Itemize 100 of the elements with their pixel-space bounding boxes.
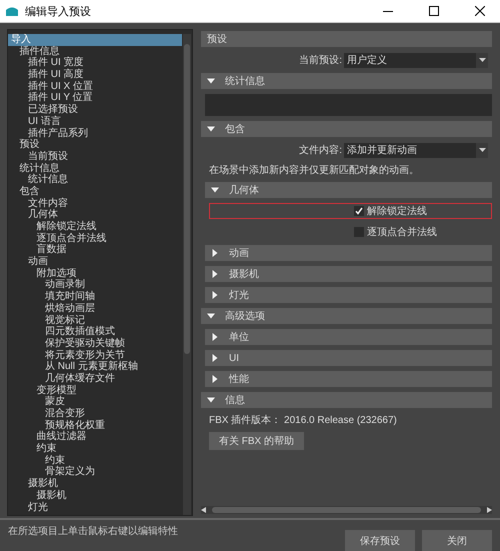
section-header[interactable]: 性能: [205, 371, 492, 387]
section-header[interactable]: 摄影机: [205, 266, 492, 282]
tree-item[interactable]: 蒙皮: [8, 396, 182, 408]
tree-item[interactable]: 摄影机: [8, 490, 182, 502]
tree-item[interactable]: 包含: [8, 186, 182, 198]
expanded-triangle-icon[interactable]: [211, 186, 219, 194]
app-icon: [5, 5, 19, 17]
expanded-triangle-icon[interactable]: [207, 77, 215, 85]
section-title: 性能: [229, 372, 249, 386]
section-header[interactable]: 灯光: [205, 287, 492, 303]
tree-item[interactable]: 从 Null 元素更新枢轴: [8, 361, 182, 373]
dropdown-label: 文件内容:: [299, 144, 342, 157]
tree-item[interactable]: UI 语言: [8, 116, 182, 128]
section-title: 几何体: [229, 184, 259, 197]
section-header[interactable]: 动画: [205, 245, 492, 261]
section-title: 摄影机: [229, 268, 259, 281]
expanded-triangle-icon[interactable]: [207, 312, 215, 320]
tree-item[interactable]: 几何体: [8, 209, 182, 221]
maximize-icon: [429, 6, 439, 16]
checkmark-icon: [355, 207, 363, 215]
collapsed-triangle-icon[interactable]: [211, 333, 219, 341]
section-header[interactable]: 统计信息: [201, 73, 492, 89]
horizontal-scrollbar[interactable]: [201, 506, 492, 514]
expanded-triangle-icon[interactable]: [207, 396, 215, 404]
tree-item[interactable]: 将元素变形为关节: [8, 350, 182, 362]
checkbox[interactable]: [354, 227, 364, 237]
dialog-button[interactable]: 保存预设: [345, 530, 415, 551]
checkbox-label: 解除锁定法线: [367, 204, 427, 218]
section-header: 预设: [201, 31, 492, 47]
dropdown-arrow-icon: [478, 58, 486, 62]
tree-item[interactable]: 文件内容: [8, 198, 182, 210]
tree-item[interactable]: 变形模型: [8, 384, 182, 396]
section-header[interactable]: UI: [205, 350, 492, 366]
collapsed-triangle-icon[interactable]: [211, 249, 219, 257]
tree-item[interactable]: 视觉标记: [8, 314, 182, 326]
tree-item[interactable]: 插件 UI 高度: [8, 69, 182, 81]
collapsed-triangle-icon[interactable]: [211, 270, 219, 278]
section-header[interactable]: 几何体: [205, 182, 492, 198]
checkbox[interactable]: [354, 206, 364, 216]
dropdown-arrow-icon: [478, 148, 486, 152]
section-header[interactable]: 信息: [201, 392, 492, 408]
vertical-scrollbar[interactable]: [183, 34, 191, 515]
section-header[interactable]: 单位: [205, 329, 492, 345]
dropdown-label: 当前预设:: [299, 54, 342, 67]
tree-item[interactable]: 动画: [8, 256, 182, 268]
collapsed-triangle-icon[interactable]: [211, 354, 219, 362]
tree-item[interactable]: 约束: [8, 443, 182, 455]
tree-item[interactable]: 盲数据: [8, 244, 182, 256]
scroll-right-icon[interactable]: [487, 507, 492, 513]
tree-item[interactable]: 解除锁定法线: [8, 221, 182, 233]
tree-item[interactable]: 保护受驱动关键帧: [8, 338, 182, 350]
tree-item[interactable]: 预设: [8, 139, 182, 151]
section-title: UI: [229, 352, 239, 364]
tree-item[interactable]: 统计信息: [8, 162, 182, 174]
tree-item[interactable]: 插件 UI 宽度: [8, 57, 182, 70]
tree-item[interactable]: 附加选项: [8, 268, 182, 280]
tree-item[interactable]: 摄影机: [8, 478, 182, 490]
collapsed-triangle-icon[interactable]: [211, 375, 219, 383]
help-button[interactable]: 有关 FBX 的帮助: [209, 432, 304, 450]
section-title: 统计信息: [225, 74, 265, 88]
dropdown[interactable]: 用户定义: [344, 52, 488, 68]
tree-item[interactable]: 填充时间轴: [8, 291, 182, 303]
tree-item[interactable]: 几何体缓存文件: [8, 372, 182, 385]
tree-item[interactable]: 导入: [8, 34, 182, 46]
tree-item[interactable]: 已选择预设: [8, 104, 182, 116]
tree-item[interactable]: 插件 UI Y 位置: [8, 92, 182, 104]
tree-item[interactable]: 约束: [8, 454, 182, 466]
tree-item[interactable]: 逐顶点合并法线: [8, 232, 182, 244]
section-title: 包含: [225, 122, 245, 136]
checkbox-label: 逐顶点合并法线: [367, 226, 437, 239]
expanded-triangle-icon[interactable]: [207, 125, 215, 133]
info-text: 在场景中添加新内容并仅更新匹配对象的动画。: [208, 164, 420, 177]
section-title: 信息: [225, 394, 245, 407]
tree-item[interactable]: 插件 UI X 位置: [8, 80, 182, 92]
collapsed-triangle-icon[interactable]: [211, 291, 219, 299]
section-title: 动画: [229, 247, 249, 260]
tree-item[interactable]: 曲线过滤器: [8, 431, 182, 444]
tree-item[interactable]: 烘焙动画层: [8, 302, 182, 314]
tree-item[interactable]: 统计信息: [8, 174, 182, 186]
section-title: 高级选项: [225, 310, 265, 323]
tree-item[interactable]: 四元数插值模式: [8, 326, 182, 338]
scroll-left-icon[interactable]: [201, 507, 206, 513]
close-icon: [475, 6, 485, 16]
tree-item[interactable]: 预规格化权重: [8, 420, 182, 432]
section-header[interactable]: 高级选项: [201, 308, 492, 324]
status-text: 在所选项目上单击鼠标右键以编辑特性: [8, 524, 178, 539]
window-title: 编辑导入预设: [25, 4, 92, 18]
section-header[interactable]: 包含: [201, 121, 492, 137]
tree-item[interactable]: 骨架定义为: [8, 466, 182, 478]
tree-item[interactable]: 灯光: [8, 502, 182, 514]
tree-item[interactable]: 插件产品系列: [8, 128, 182, 140]
dropdown[interactable]: 添加并更新动画: [344, 142, 488, 158]
section-title: 灯光: [229, 288, 249, 302]
dialog-button[interactable]: 关闭: [422, 530, 492, 551]
section-title: 单位: [229, 330, 249, 344]
tree-item[interactable]: 当前预设: [8, 150, 182, 163]
tree-item[interactable]: 混合变形: [8, 408, 182, 420]
tree-item[interactable]: 动画录制: [8, 279, 182, 292]
info-text: FBX 插件版本： 2016.0 Release (232667): [208, 414, 398, 427]
tree-item[interactable]: 插件信息: [8, 46, 182, 58]
